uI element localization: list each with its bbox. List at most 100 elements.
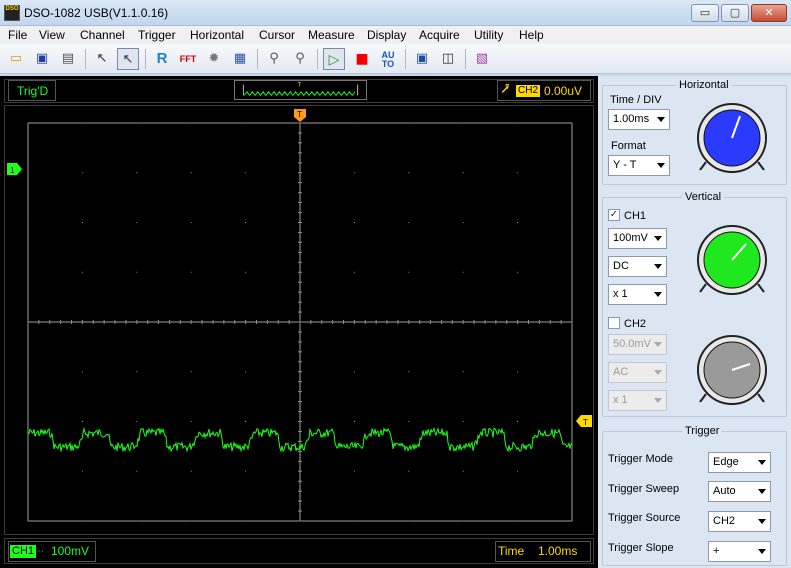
grid-tick [298,212,302,214]
grid-dot [245,222,247,223]
xy-mode-icon[interactable]: ▦ [229,48,251,70]
trigger-sweep-select[interactable]: Auto [708,481,771,502]
grid-tick [298,241,302,243]
ch1-checkbox[interactable]: ✓ [608,209,620,221]
ch2-volts-select[interactable]: 50.0mV [608,334,667,355]
zoom-out-icon[interactable]: ⚲ [289,48,311,70]
zoom-in-icon[interactable]: ⚲ [263,48,285,70]
minimize-button[interactable]: ▭ [691,4,719,22]
grid-dot [353,271,355,273]
grid-dot [136,222,138,223]
grid-dot [353,470,355,472]
timebase-knob[interactable] [694,100,770,176]
menu-channel[interactable]: Channel [80,28,125,42]
grid-tick [298,450,302,452]
grid-tick [310,320,312,324]
format-select[interactable]: Y - T [608,155,670,176]
stop-icon[interactable]: ■ [351,48,373,70]
chevron-down-icon [654,370,662,375]
fft-icon[interactable]: FFT [177,48,199,70]
ch2-probe-select[interactable]: x 1 [608,390,667,411]
menu-trigger[interactable]: Trigger [138,28,176,42]
menu-display[interactable]: Display [367,28,406,42]
grid-tick [266,320,268,324]
open-folder-icon[interactable]: ▭ [5,48,27,70]
trigger-sweep-select-value: Auto [713,485,736,497]
trigger-position-label: T [297,110,302,119]
ch2-coupling-select[interactable]: AC [608,362,667,383]
grid-tick [298,411,302,413]
menu-utility[interactable]: Utility [474,28,503,42]
grid-tick [298,162,302,164]
trigger-source-tag: CH2 [516,85,541,97]
maximize-button[interactable]: ▢ [721,4,749,22]
ch1-level-marker[interactable]: 1 [7,163,22,175]
grid-dot [27,271,29,273]
time-div-select[interactable]: 1.00ms [608,109,670,130]
grid-dot [190,222,192,223]
menu-view[interactable]: View [39,28,65,42]
toolbar: ▭ ▣ ▤ ↖ ↖ R FFT ✹ ▦ ⚲ ⚲ ▷ ■ AU TO ▣ ◫ ▧ [0,44,791,74]
print-icon[interactable]: ▤ [57,48,79,70]
grid-tick [298,510,302,512]
arrow-pointer-icon[interactable]: ↖ [117,48,139,70]
ch1-probe-select[interactable]: x 1 [608,284,667,305]
overview-trigger-marker: T [297,81,301,88]
grid-tick [223,320,225,324]
trigger-mode-select[interactable]: Edge [708,452,771,473]
grid-tick [298,271,302,273]
math-icon[interactable]: ✹ [203,48,225,70]
screenshot-icon[interactable]: ▣ [411,48,433,70]
run-icon[interactable]: ▷ [323,48,345,70]
menu-cursor[interactable]: Cursor [259,28,295,42]
toolbar-separator [405,49,406,69]
grid-tick [298,311,302,313]
trigger-level-marker[interactable]: T [576,415,592,427]
ch2-volts-knob[interactable] [694,332,770,408]
grid-tick [298,341,302,343]
grid-dot [81,122,83,124]
menu-file[interactable]: File [8,28,27,42]
grid-dot [353,421,355,422]
grid-dot [408,172,410,174]
chevron-down-icon [654,264,662,269]
grid-tick [495,320,497,324]
grid-tick [397,320,399,324]
reference-icon[interactable]: R [151,48,173,70]
toolbar-separator [465,49,466,69]
ch1-coupling-select[interactable]: DC [608,256,667,277]
trigger-slope-label: Trigger Slope [608,542,674,554]
ch1-volts-select[interactable]: 100mV [608,228,667,249]
menu-horizontal[interactable]: Horizontal [190,28,244,42]
trigger-slope-select[interactable]: + [708,541,771,562]
grid-tick [298,122,302,124]
menu-measure[interactable]: Measure [308,28,355,42]
chevron-down-icon [758,460,766,465]
menu-help[interactable]: Help [519,28,544,42]
grid-dot [81,470,83,472]
chevron-down-icon [654,236,662,241]
close-button[interactable]: ✕ [751,4,787,22]
grid-tick [298,142,302,144]
cursor-select-icon[interactable]: ↖ [91,48,113,70]
grid-tick [298,192,302,194]
ch2-checkbox[interactable] [608,317,620,329]
grid-tick [298,231,302,233]
chevron-down-icon [654,292,662,297]
grid-dot [245,520,247,522]
ch1-volts-knob[interactable] [694,222,770,298]
grid-dot [136,371,138,373]
window-icon[interactable]: ◫ [437,48,459,70]
menu-acquire[interactable]: Acquire [419,28,460,42]
trigger-source-select[interactable]: CH2 [708,511,771,532]
grid-dot [462,520,464,522]
save-icon[interactable]: ▣ [31,48,53,70]
waveform-grid: T 1 T [7,109,592,522]
trigger-position-marker[interactable]: T [294,109,306,122]
grid-dot [190,470,192,472]
book-icon[interactable]: ▧ [471,48,493,70]
grid-dot [245,271,247,273]
grid-dot [571,520,573,522]
auto-icon[interactable]: AU TO [377,48,399,70]
grid-dot [408,421,410,422]
